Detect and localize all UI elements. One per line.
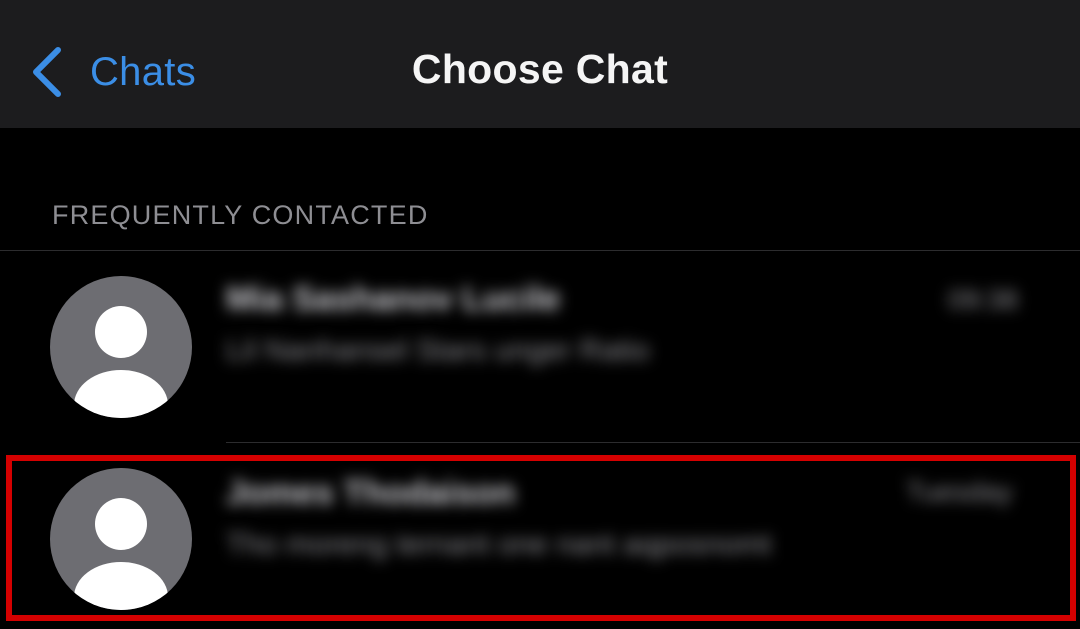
chat-contact-name: Mia Sashanov Lucile [226,280,561,318]
chat-message-preview: Lil Nanhansel Stars unger Ratio [226,334,650,367]
contact-avatar [50,276,192,418]
navigation-bar: Chats Choose Chat [0,0,1080,128]
row-divider [226,442,1080,443]
section-divider [0,250,1080,251]
chat-contact-name: Jomes Thodaison [226,474,516,512]
avatar-head-shape [95,306,147,358]
avatar-body-shape [74,370,168,418]
section-header-frequently-contacted: FREQUENTLY CONTACTED [52,200,429,230]
page-title: Choose Chat [411,46,669,92]
chat-row[interactable]: Mia Sashanov Lucile Lil Nanhansel Stars … [0,254,1080,440]
avatar-head-shape [95,498,147,550]
choose-chat-screen: Chats Choose Chat FREQUENTLY CONTACTED M… [0,0,1080,629]
avatar-body-shape [74,562,168,610]
chat-timestamp: Tuesday [906,476,1013,507]
chat-message-preview: Tho moreng ternant one nant aqposnomt [226,528,772,561]
chat-row[interactable]: Jomes Thodaison Tho moreng ternant one n… [0,446,1080,629]
contact-avatar [50,468,192,610]
chat-timestamp: 09:38 [948,284,1019,315]
